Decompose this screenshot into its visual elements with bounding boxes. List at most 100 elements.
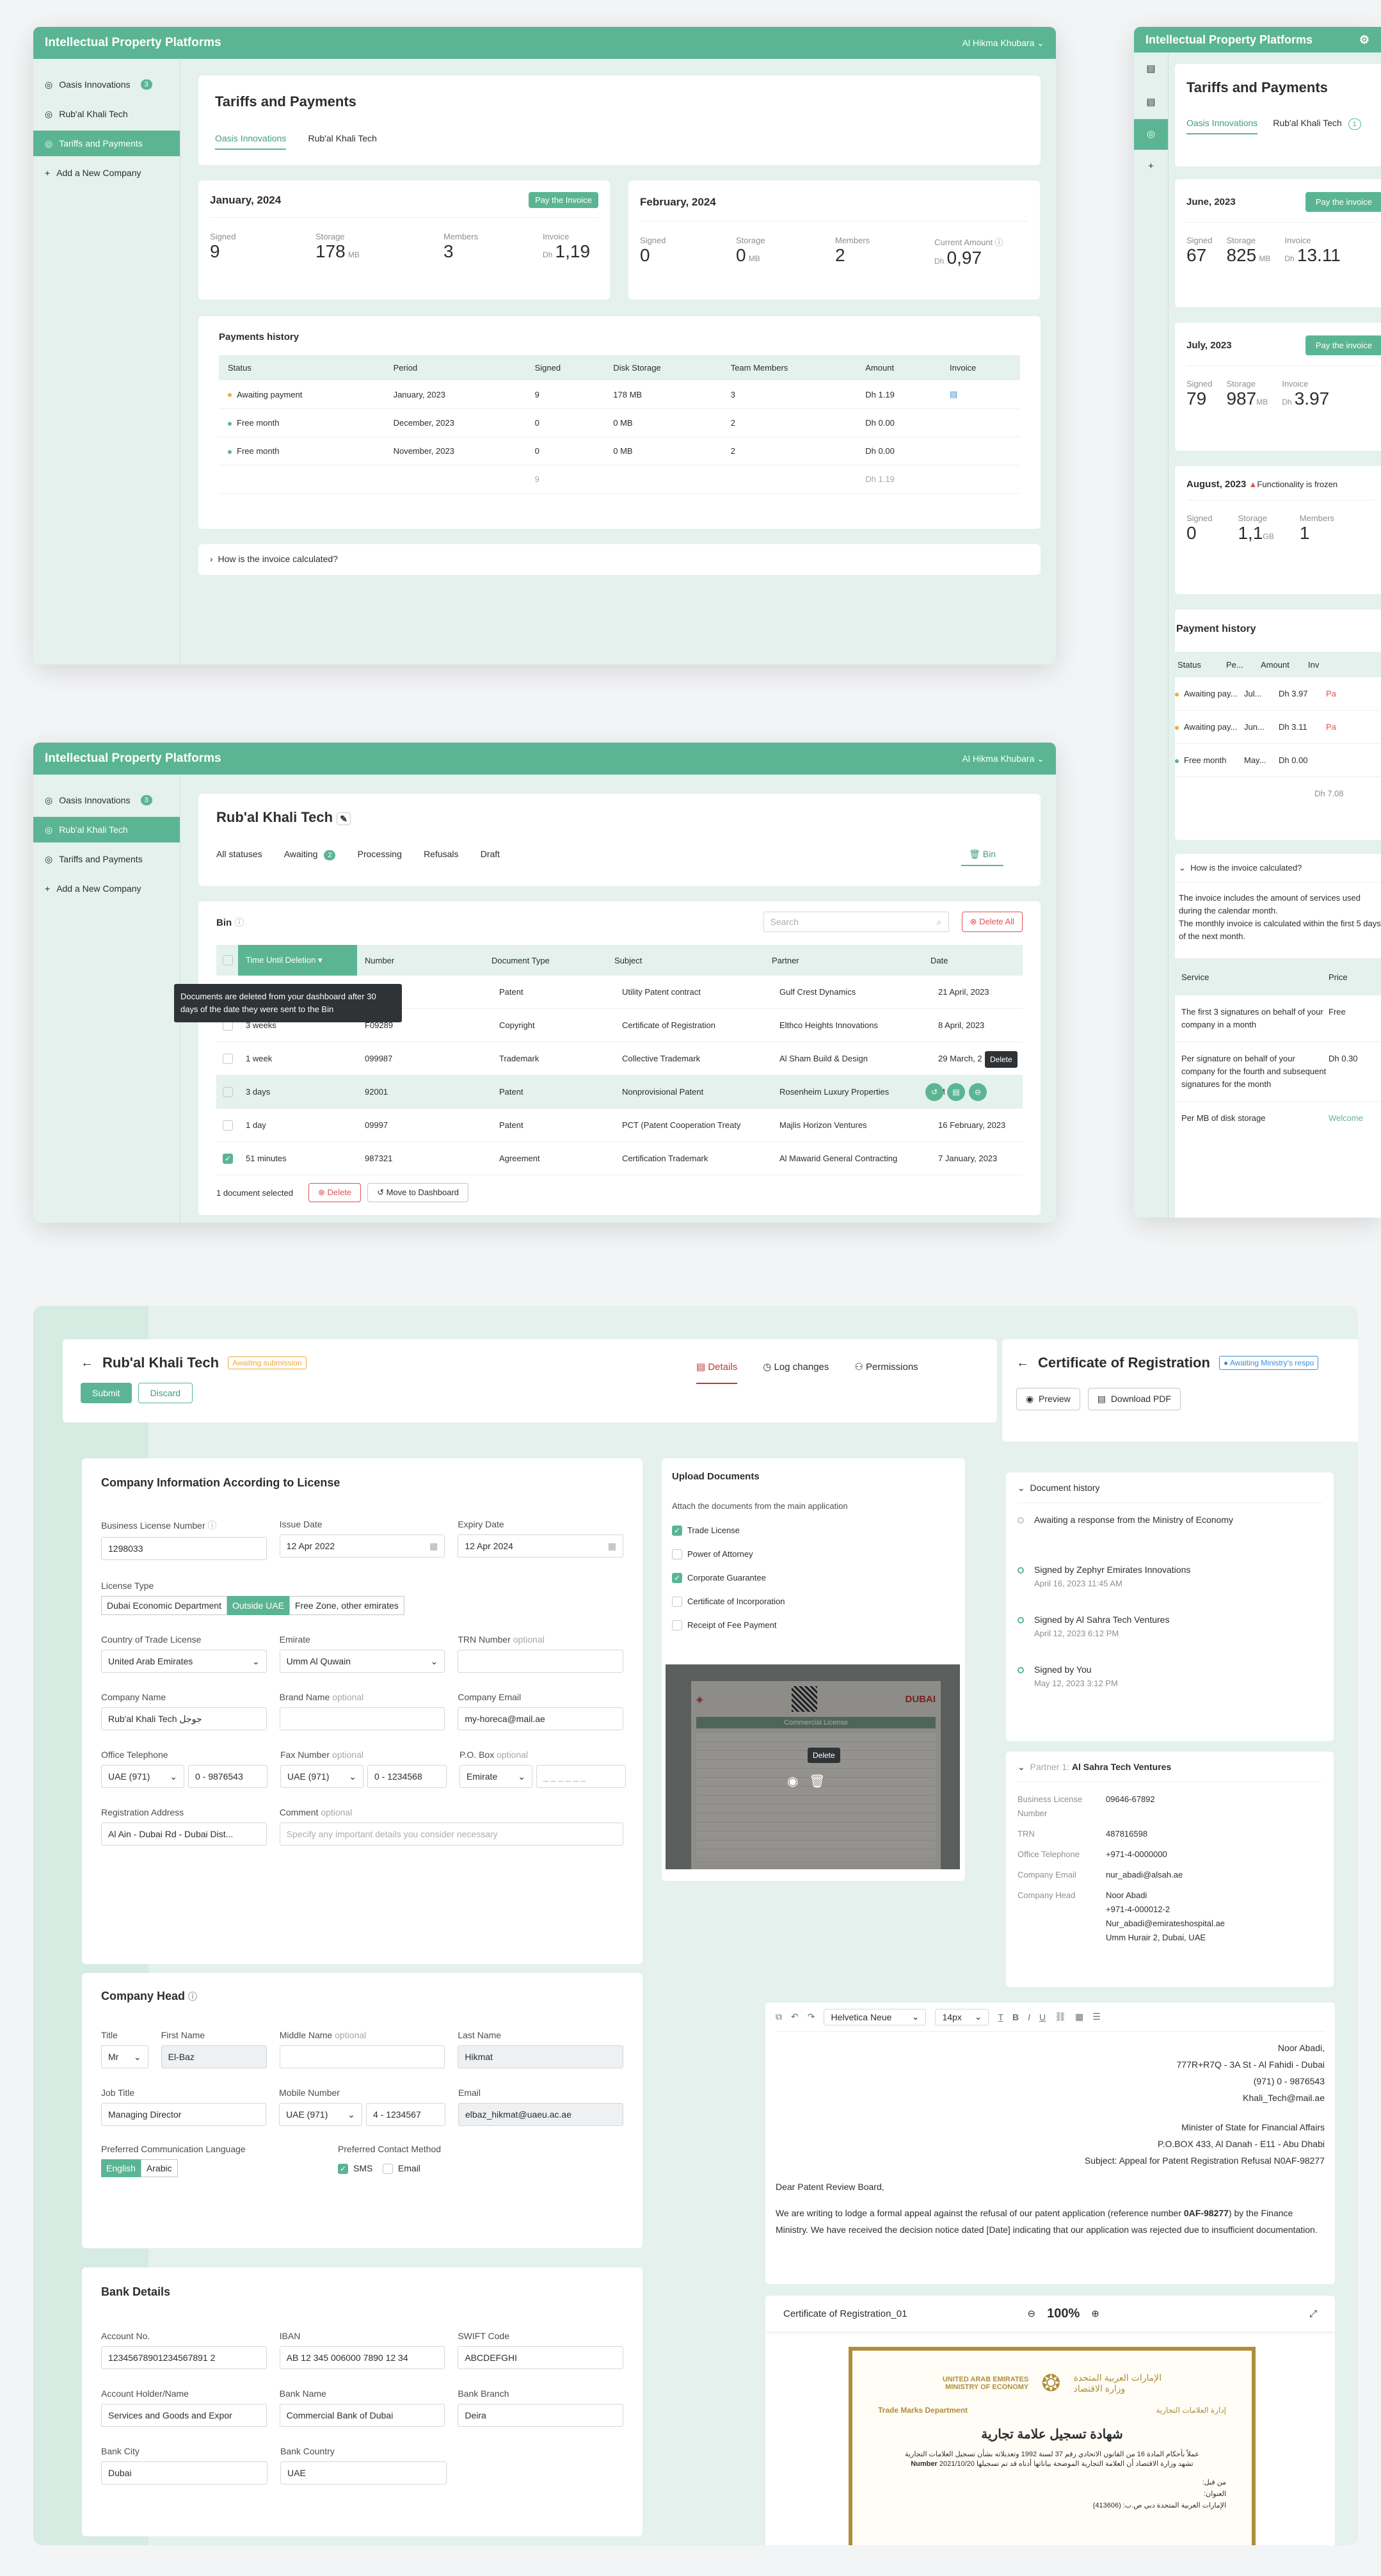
invoice-file-icon[interactable]: ▤ bbox=[950, 389, 957, 399]
column-header[interactable]: Date bbox=[930, 956, 948, 965]
iban-input[interactable]: AB 12 345 006000 7890 12 34 bbox=[279, 2346, 445, 2369]
link-icon[interactable]: ⛓ bbox=[1055, 2011, 1066, 2022]
delete-all-button[interactable]: ⊗ Delete All bbox=[961, 912, 1023, 932]
document-checkbox[interactable]: Power of Attorney bbox=[672, 1542, 955, 1566]
document-checkbox[interactable]: Certificate of Incorporation bbox=[672, 1590, 955, 1613]
po-box-input[interactable]: _ _ _ _ _ _ bbox=[536, 1765, 626, 1788]
first-name-input[interactable]: El-Baz bbox=[161, 2045, 267, 2068]
faq-accordion[interactable]: › How is the invoice calculated? bbox=[198, 544, 1041, 575]
column-header[interactable]: Invoice bbox=[941, 355, 1020, 380]
head-email-input[interactable]: elbaz_hikmat@uaeu.ac.ae bbox=[458, 2103, 623, 2126]
pay-invoice-button[interactable]: Pay the invoice bbox=[1305, 192, 1381, 212]
language-segmented[interactable]: English Arabic bbox=[101, 2159, 325, 2177]
document-checkbox[interactable]: ✓ Trade License bbox=[672, 1518, 955, 1542]
redo-icon[interactable]: ↷ bbox=[808, 2011, 815, 2022]
comment-input[interactable]: Specify any important details you consid… bbox=[279, 1823, 623, 1846]
mobile-code-select[interactable]: UAE (971) ⌄ bbox=[279, 2103, 362, 2126]
middle-name-input[interactable] bbox=[279, 2045, 445, 2068]
info-icon[interactable]: ⓘ bbox=[995, 237, 1003, 247]
doc-icon[interactable]: ▤ bbox=[1134, 86, 1168, 119]
history-accordion[interactable]: ⌄ Document history bbox=[1018, 1483, 1322, 1503]
tab-oasis[interactable]: Oasis Innovations bbox=[215, 133, 287, 150]
job-title-input[interactable]: Managing Director bbox=[101, 2103, 266, 2126]
last-name-input[interactable]: Hikmat bbox=[458, 2045, 623, 2068]
download-pdf-button[interactable]: ▤ Download PDF bbox=[1087, 1388, 1181, 1410]
bank-city-input[interactable]: Dubai bbox=[101, 2461, 267, 2484]
search-input[interactable]: Search ⌕ bbox=[763, 912, 949, 932]
email-checkbox[interactable]: Email bbox=[382, 2163, 420, 2175]
gear-icon[interactable]: ⚙ bbox=[1359, 33, 1369, 47]
address-input[interactable]: Al Ain - Dubai Rd - Dubai Dist... bbox=[101, 1823, 267, 1846]
license-number-input[interactable]: 1298033 bbox=[101, 1537, 267, 1560]
row-checkbox[interactable] bbox=[223, 1120, 233, 1131]
issue-date-input[interactable]: 12 Apr 2022 ▦ bbox=[279, 1534, 445, 1558]
expiry-date-input[interactable]: 12 Apr 2024 ▦ bbox=[458, 1534, 624, 1558]
tab-all[interactable]: All statuses bbox=[216, 849, 262, 864]
column-header[interactable]: Status bbox=[219, 355, 385, 380]
edit-icon[interactable]: ✎ bbox=[337, 812, 351, 825]
emirate-select[interactable]: Umm Al Quwain ⌄ bbox=[279, 1650, 445, 1673]
company-email-input[interactable]: my-horeca@mail.ae bbox=[458, 1707, 624, 1730]
copy-icon[interactable]: ⧉ bbox=[776, 2011, 782, 2022]
account-number-input[interactable]: 12345678901234567891 2 bbox=[101, 2346, 267, 2369]
tab-processing[interactable]: Processing bbox=[358, 849, 402, 864]
sidebar-item-rubal[interactable]: ◎ Rub'al Khali Tech bbox=[33, 101, 180, 127]
fax-input[interactable]: 0 - 1234568 bbox=[367, 1765, 447, 1788]
column-header[interactable]: Number bbox=[357, 956, 491, 965]
column-header[interactable]: Period bbox=[384, 355, 526, 380]
font-select[interactable]: Helvetica Neue ⌄ bbox=[824, 2008, 927, 2025]
size-select[interactable]: 14px ⌄ bbox=[935, 2008, 989, 2025]
table-row[interactable]: 3 days 92001 Patent Nonprovisional Patent Ro… bbox=[216, 1075, 1023, 1109]
company-name-input[interactable]: Rub'al Khali Tech جوجل bbox=[101, 1707, 267, 1730]
plus-icon[interactable]: + bbox=[1134, 150, 1168, 183]
text-color-icon[interactable]: T̲ bbox=[998, 2012, 1003, 2022]
license-type-segmented[interactable]: Dubai Economic Department Outside UAE Fr… bbox=[101, 1596, 623, 1615]
fullscreen-icon[interactable]: ⤢ bbox=[1309, 2308, 1317, 2319]
file-icon[interactable]: ▤ bbox=[947, 1083, 965, 1101]
discard-button[interactable]: Discard bbox=[138, 1383, 193, 1403]
tab-awaiting[interactable]: Awaiting 2 bbox=[284, 849, 336, 865]
bank-country-input[interactable]: UAE bbox=[280, 2461, 447, 2484]
undo-icon[interactable]: ↶ bbox=[791, 2011, 799, 2022]
po-emirate-select[interactable]: Emirate ⌄ bbox=[459, 1765, 532, 1788]
sidebar-item-rubal[interactable]: ◎ Rub'al Khali Tech bbox=[33, 817, 180, 842]
delete-button[interactable]: ⊗ Delete bbox=[308, 1183, 362, 1202]
mobile-input[interactable]: 4 - 1234567 bbox=[366, 2103, 445, 2126]
select-all-checkbox[interactable] bbox=[223, 955, 233, 966]
preview-button[interactable]: ◉ Preview bbox=[1016, 1388, 1080, 1410]
align-icon[interactable]: ☰ bbox=[1092, 2011, 1101, 2022]
row-checkbox[interactable] bbox=[223, 1086, 233, 1097]
phone-code-select[interactable]: UAE (971) ⌄ bbox=[101, 1765, 184, 1788]
trn-input[interactable] bbox=[458, 1650, 624, 1673]
sidebar-item-tariffs[interactable]: ◎ Tariffs and Payments bbox=[33, 846, 180, 872]
italic-icon[interactable]: I bbox=[1028, 2012, 1030, 2022]
fax-code-select[interactable]: UAE (971) ⌄ bbox=[280, 1765, 363, 1788]
sidebar-item-tariffs[interactable]: ◎ Tariffs and Payments bbox=[33, 131, 180, 156]
column-header[interactable]: Subject bbox=[614, 956, 772, 965]
delete-icon[interactable]: ⊖ bbox=[969, 1083, 987, 1101]
title-select[interactable]: Mr ⌄ bbox=[101, 2045, 148, 2068]
document-checkbox[interactable]: Receipt of Fee Payment bbox=[672, 1613, 955, 1637]
bank-name-input[interactable]: Commercial Bank of Dubai bbox=[279, 2404, 445, 2427]
table-row[interactable]: 1 day 09997 Patent PCT (Patent Cooperation … bbox=[216, 1109, 1023, 1142]
column-header-sorted[interactable]: Time Until Deletion ▾ bbox=[238, 945, 357, 976]
row-checkbox[interactable] bbox=[223, 1053, 233, 1064]
row-actions[interactable]: ↺ ▤ ⊖ bbox=[925, 1083, 987, 1101]
user-menu[interactable]: Al Hikma Khubara ⌄ bbox=[962, 753, 1044, 764]
user-menu[interactable]: Al Hikma Khubara ⌄ bbox=[962, 38, 1044, 49]
back-arrow-icon[interactable]: ← bbox=[81, 1356, 93, 1371]
sidebar-item-add[interactable]: + Add a New Company bbox=[33, 876, 180, 901]
column-header[interactable]: Document Type bbox=[491, 956, 614, 965]
sidebar-item-add[interactable]: + Add a New Company bbox=[33, 160, 180, 186]
column-header[interactable]: Team Members bbox=[721, 355, 857, 380]
sms-checkbox[interactable]: ✓ SMS bbox=[338, 2163, 372, 2175]
document-checkbox[interactable]: ✓ Corporate Guarantee bbox=[672, 1566, 955, 1590]
move-to-dashboard-button[interactable]: ↺ Move to Dashboard bbox=[367, 1183, 469, 1202]
document-preview[interactable]: ◈ DUBAI Commercial License Delete ◉ 🗑 bbox=[666, 1664, 960, 1869]
underline-icon[interactable]: U bbox=[1039, 2012, 1046, 2022]
column-header[interactable]: Partner bbox=[772, 956, 930, 965]
account-holder-input[interactable]: Services and Goods and Expor bbox=[101, 2404, 267, 2427]
tab-oasis[interactable]: Oasis Innovations bbox=[1186, 118, 1258, 134]
column-header[interactable]: Amount bbox=[856, 355, 941, 380]
submit-button[interactable]: Submit bbox=[81, 1383, 132, 1403]
